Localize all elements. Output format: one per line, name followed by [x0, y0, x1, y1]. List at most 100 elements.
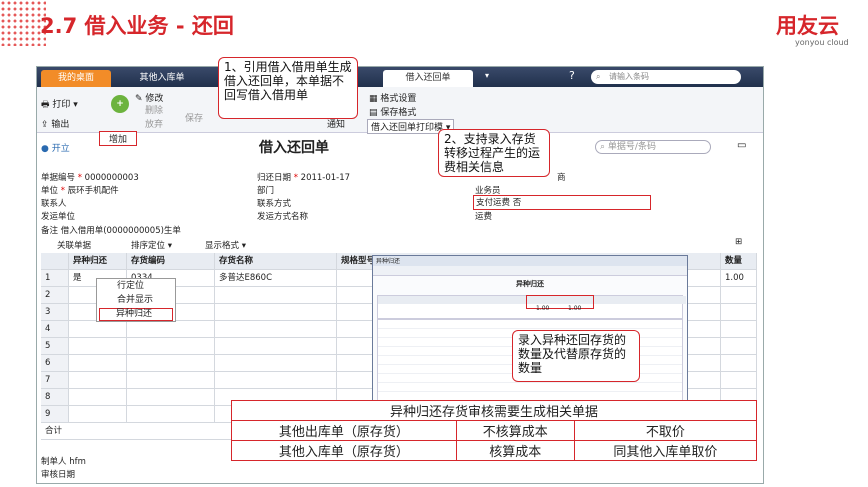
barcode-search-placeholder: 请输入条码 [609, 72, 649, 81]
inset-qty2: 1.00 [568, 305, 582, 312]
document-header: ● 开立 借入还回单 ⌕ 单据号/条码 ▭ [37, 135, 763, 159]
format-settings-button[interactable]: ▦ 格式设置 [369, 91, 416, 104]
fee-field[interactable]: 运费 [475, 210, 492, 222]
cell-qty[interactable] [721, 321, 757, 338]
cell-qty[interactable] [721, 287, 757, 304]
document-title: 借入还回单 [259, 140, 329, 156]
cell-name[interactable] [215, 321, 337, 338]
summary-cell: 不取价 [573, 420, 758, 441]
save-format-button[interactable]: ▤ 保存格式 [369, 105, 416, 118]
audit-date-field: 审核日期 [41, 470, 76, 480]
row-number: 2 [41, 287, 69, 304]
cell-qty[interactable] [721, 338, 757, 355]
sort-locate-button[interactable]: 排序定位 ▾ [131, 239, 172, 251]
cell-alt-return[interactable] [69, 406, 127, 423]
cell-name[interactable] [215, 372, 337, 389]
summary-cell: 其他出库单（原存货） [231, 420, 457, 441]
ship-method-field[interactable]: 发运方式名称 [257, 210, 308, 222]
cell-qty[interactable] [721, 372, 757, 389]
cell-alt-return[interactable] [69, 372, 127, 389]
cell-name[interactable]: 多普达E860C [215, 270, 337, 287]
trailing-char: 商 [557, 173, 566, 183]
cell-alt-return[interactable] [69, 338, 127, 355]
menu-item-merge-display[interactable]: 合并显示 [97, 293, 175, 307]
tab-menu-icon[interactable]: ▾ [485, 71, 489, 80]
save-button[interactable]: 保存 [185, 111, 203, 124]
summary-header: 异种归还存货审核需要生成相关单据 [231, 400, 757, 421]
contact-field[interactable]: 联系人 [41, 197, 67, 209]
grid-icon: ▦ [369, 94, 378, 104]
delete-button[interactable]: 删除 [145, 103, 163, 116]
row-number: 1 [41, 270, 69, 287]
row-number: 4 [41, 321, 69, 338]
summary-cell: 不核算成本 [455, 420, 575, 441]
row-number: 3 [41, 304, 69, 321]
inset-titlebar: 异种归还 [373, 256, 687, 266]
tab-borrow-return[interactable]: 借入还回单 [383, 70, 473, 87]
contact-method-field[interactable]: 联系方式 [257, 197, 291, 209]
expand-icon[interactable]: ⊞ [735, 237, 742, 247]
unit-field[interactable]: 单位 * 辰环手机配件 [41, 184, 119, 196]
col-code[interactable]: 存货编码 [127, 253, 215, 270]
date-field[interactable]: 归还日期 * 2011-01-17 [257, 171, 350, 183]
cell-qty[interactable] [721, 304, 757, 321]
col-alt-return[interactable]: 异种归还 [69, 253, 127, 270]
cell-code[interactable] [127, 321, 215, 338]
cell-alt-return[interactable] [69, 355, 127, 372]
cell-name[interactable] [215, 287, 337, 304]
help-icon[interactable]: ? [569, 69, 575, 82]
dept-field[interactable]: 部门 [257, 184, 274, 196]
inset-grid: 1.00 1.00 [377, 295, 686, 319]
cell-name[interactable] [215, 304, 337, 321]
cell-name[interactable] [215, 355, 337, 372]
toolbar: 🖶 打印 ▾ ⇪ 输出 + ✎ 修改 删除 放弃 保存 增加 通知 ▦ 格式设置… [37, 87, 763, 146]
link-docs-button[interactable]: 关联单据 [57, 239, 91, 251]
abandon-button[interactable]: 放弃 [145, 117, 163, 130]
add-icon: + [111, 95, 129, 113]
cell-code[interactable] [127, 406, 215, 423]
cell-code[interactable] [127, 372, 215, 389]
print-button[interactable]: 🖶 打印 ▾ [41, 97, 78, 113]
cell-name[interactable] [215, 338, 337, 355]
cell-alt-return[interactable] [69, 389, 127, 406]
inset-toolbar [373, 266, 687, 276]
status-dot-icon: ● [41, 144, 49, 154]
cell-qty[interactable]: 1.00 [721, 270, 757, 287]
export-icon: ⇪ [41, 120, 49, 130]
cell-code[interactable] [127, 338, 215, 355]
row-number: 6 [41, 355, 69, 372]
brand-logo-subtitle: yonyou cloud [795, 38, 849, 47]
cell-alt-return[interactable] [69, 321, 127, 338]
printer-icon: 🖶 [41, 100, 50, 110]
tab-other-inbound[interactable]: 其他入库单 [117, 70, 207, 87]
row-number: 5 [41, 338, 69, 355]
row-number: 9 [41, 406, 69, 423]
inset-title: 异种归还 [516, 280, 544, 288]
cell-code[interactable] [127, 389, 215, 406]
menu-item-alt-return[interactable]: 异种归还 [99, 308, 173, 321]
layout-icon[interactable]: ▭ [737, 140, 746, 151]
output-button[interactable]: ⇪ 输出 [41, 117, 69, 130]
row-number: 8 [41, 389, 69, 406]
col-name[interactable]: 存货名称 [215, 253, 337, 270]
summary-cell: 其他入库单（原存货） [231, 440, 457, 461]
col-qty[interactable]: 数量 [721, 253, 757, 270]
menu-item-row-locate[interactable]: 行定位 [97, 279, 175, 293]
slide-title: 2.7 借入业务 - 还回 [40, 14, 234, 38]
search-icon: ⌕ [600, 142, 606, 152]
summary-table: 异种归还存货审核需要生成相关单据 其他出库单（原存货） 不核算成本 不取价 其他… [231, 400, 758, 461]
barcode-search[interactable]: ⌕ 请输入条码 [591, 70, 741, 84]
note-field[interactable]: 备注 借入借用单(0000000005)生单 [41, 224, 181, 236]
cell-code[interactable] [127, 355, 215, 372]
display-format-button[interactable]: 显示格式 ▾ [205, 239, 246, 251]
cell-qty[interactable] [721, 355, 757, 372]
tab-desktop[interactable]: 我的桌面 [41, 70, 111, 87]
maker-field: 制单人 hfm [41, 457, 86, 467]
freight-field[interactable]: 支付运费 否 [473, 195, 651, 210]
ship-unit-field[interactable]: 发运单位 [41, 210, 75, 222]
pencil-icon: ✎ [135, 94, 143, 104]
grid-toolbar: 关联单据 排序定位 ▾ 显示格式 ▾ ⊞ [41, 237, 757, 251]
doc-search[interactable]: ⌕ 单据号/条码 [595, 140, 711, 154]
doc-no-field: 单据编号 * 0000000003 [41, 173, 139, 183]
callout-3: 录入异种还回存货的数量及代替原存货的数量 [512, 330, 640, 382]
